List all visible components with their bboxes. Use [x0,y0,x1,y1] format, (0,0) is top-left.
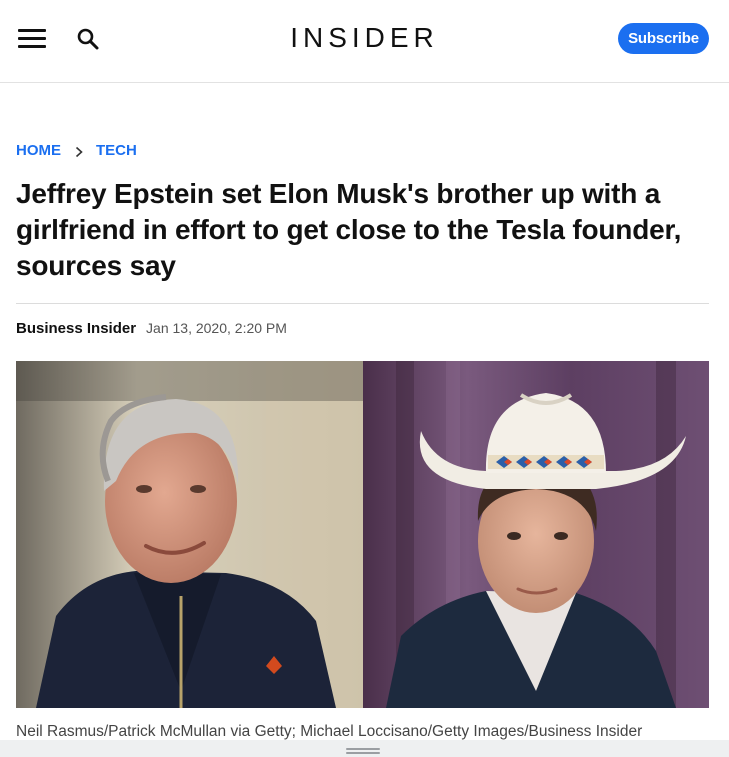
breadcrumb-home-link[interactable]: HOME [16,142,61,159]
article-headline: Jeffrey Epstein set Elon Musk's brother … [16,178,682,281]
byline-date: Jan 13, 2020, 2:20 PM [146,320,287,336]
breadcrumb-tech-link[interactable]: TECH [96,142,137,159]
headline-divider [16,303,709,304]
byline-author[interactable]: Business Insider [16,320,136,337]
image-caption: Neil Rasmus/Patrick McMullan via Getty; … [16,723,643,740]
bottom-sheet-bar[interactable] [0,740,729,757]
breadcrumb: HOME TECH [16,142,137,159]
hero-photo-illustration [16,361,709,708]
drag-handle-icon[interactable] [346,748,380,754]
subscribe-button[interactable]: Subscribe [618,23,709,54]
chevron-right-icon [73,145,85,157]
article-hero-image [16,361,709,708]
article-byline: Business Insider Jan 13, 2020, 2:20 PM [16,320,287,337]
top-navigation-bar: INSIDER Subscribe [0,0,729,83]
